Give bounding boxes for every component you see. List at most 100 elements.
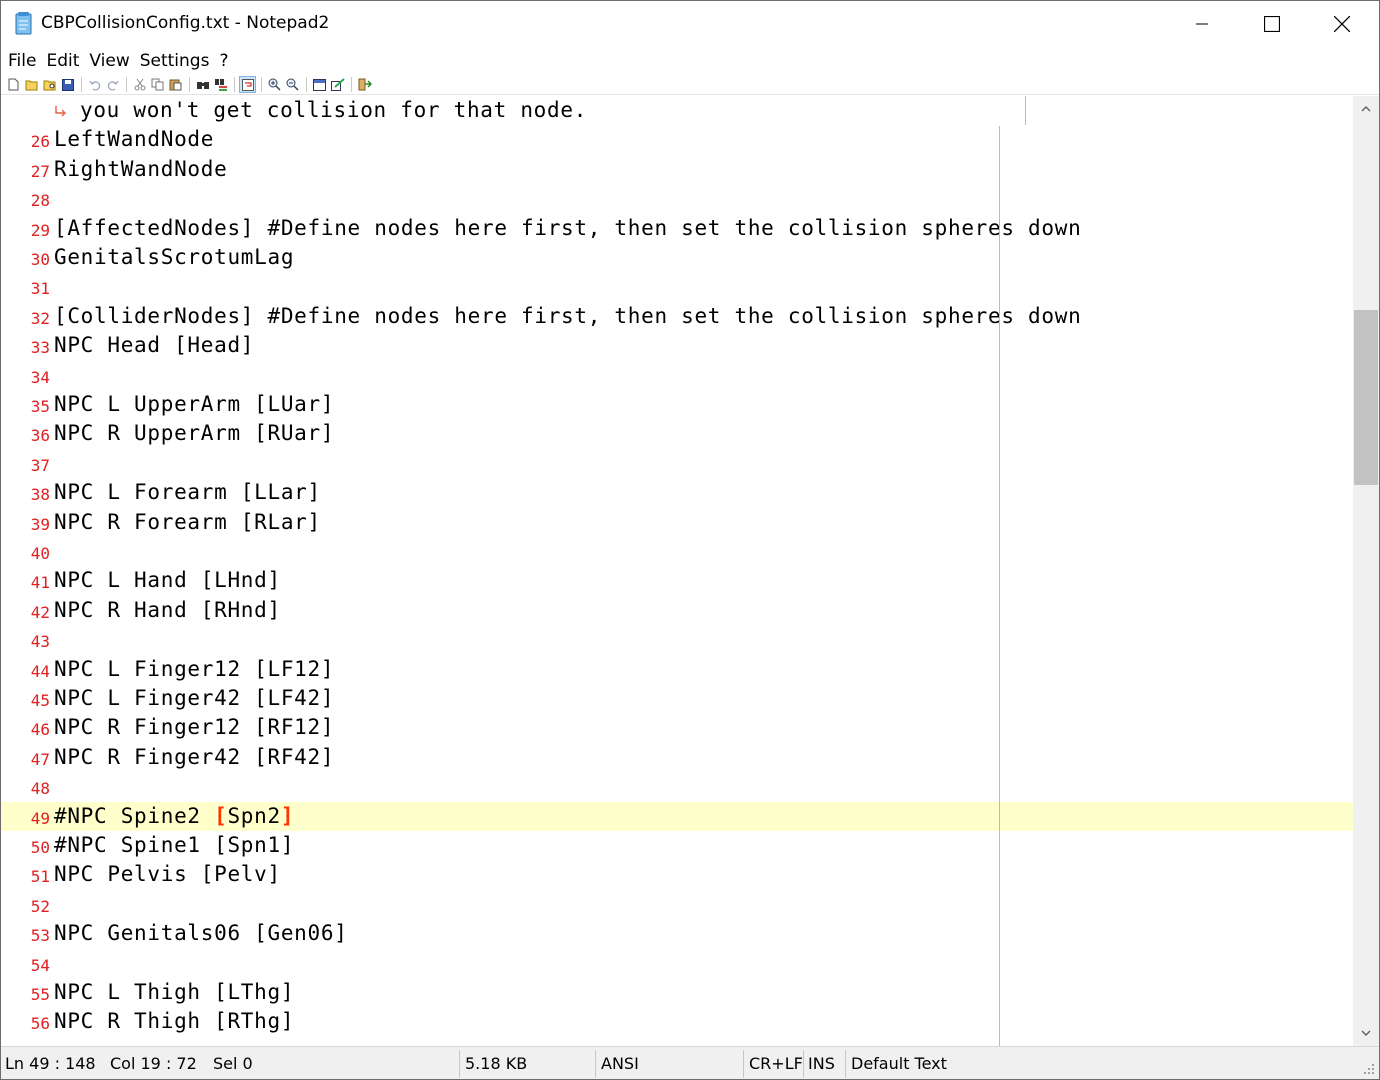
chevron-down-icon <box>1361 1030 1371 1036</box>
menu-help[interactable]: ? <box>214 51 233 71</box>
line-number: 33 <box>30 338 50 358</box>
undo-icon <box>88 80 100 91</box>
save-button[interactable] <box>59 76 76 93</box>
code-line[interactable]: 36 NPC R UpperArm [RUar] <box>1 419 1353 448</box>
resize-grip-icon[interactable] <box>1363 1063 1375 1075</box>
code-line[interactable]: 50 #NPC Spine1 [Spn1] <box>1 831 1353 860</box>
line-number: 30 <box>30 250 50 269</box>
line-text: RightWandNode <box>54 156 228 181</box>
matched-brace: [ <box>214 803 228 828</box>
line-text: NPC R UpperArm [RUar] <box>54 421 335 446</box>
code-line[interactable]: 26 LeftWandNode <box>1 125 1353 154</box>
close-button[interactable] <box>1307 1 1377 47</box>
toolbar-separator <box>261 77 262 92</box>
code-line[interactable]: 27 RightWandNode <box>1 155 1353 184</box>
notepad2-window: CBPCollisionConfig.txt - Notepad2 File E… <box>0 0 1380 1080</box>
scroll-down-button[interactable] <box>1353 1020 1379 1046</box>
copy-button[interactable] <box>149 76 166 93</box>
scroll-up-button[interactable] <box>1353 96 1379 122</box>
code-line[interactable]: 31 <box>1 272 1353 301</box>
code-line[interactable]: 56 NPC R Thigh [RThg] <box>1 1007 1353 1036</box>
window-title: CBPCollisionConfig.txt - Notepad2 <box>41 13 330 33</box>
menu-file[interactable]: File <box>3 51 41 71</box>
code-line[interactable]: 54 <box>1 949 1353 978</box>
toolbar-separator <box>234 77 235 92</box>
maximize-button[interactable] <box>1237 1 1307 47</box>
line-number: 52 <box>30 896 50 916</box>
line-number: 35 <box>30 397 50 416</box>
code-line[interactable]: 37 <box>1 449 1353 478</box>
code-line[interactable]: 43 <box>1 625 1353 654</box>
code-line[interactable]: 32 [ColliderNodes] #Define nodes here fir… <box>1 302 1353 331</box>
code-line[interactable]: 42 NPC R Hand [RHnd] <box>1 596 1353 625</box>
status-scheme[interactable]: Default Text <box>847 1047 947 1079</box>
status-insert-mode[interactable]: INS <box>804 1047 835 1079</box>
customize-schemes-button[interactable] <box>329 76 346 93</box>
line-number: 29 <box>30 220 50 240</box>
zoom-in-button[interactable] <box>266 76 283 93</box>
line-text: NPC Genitals06 [Gen06] <box>54 921 348 946</box>
word-wrap-button[interactable] <box>239 76 256 93</box>
line-number: 45 <box>30 691 50 710</box>
code-line[interactable]: 28 <box>1 184 1353 213</box>
cut-button[interactable] <box>131 76 148 93</box>
code-line[interactable]: 33 NPC Head [Head] <box>1 331 1353 360</box>
code-line[interactable]: 47 NPC R Finger42 [RF42] <box>1 743 1353 772</box>
redo-button[interactable] <box>104 76 121 93</box>
code-line[interactable]: 29 [AffectedNodes] #Define nodes here fir… <box>1 214 1353 243</box>
close-icon <box>1334 16 1350 32</box>
code-line[interactable]: 34 <box>1 361 1353 390</box>
open-file-button[interactable] <box>23 76 40 93</box>
code-line[interactable]: 48 <box>1 772 1353 801</box>
code-line[interactable]: 51 NPC Pelvis [Pelv] <box>1 860 1353 889</box>
line-number: 40 <box>30 544 50 563</box>
find-button[interactable] <box>194 76 211 93</box>
redo-icon <box>107 80 119 91</box>
long-line-marker <box>1025 96 1026 125</box>
open-file-icon <box>25 80 37 90</box>
new-file-icon <box>8 78 19 91</box>
code-line[interactable]: 35 NPC L UpperArm [LUar] <box>1 390 1353 419</box>
browse-button[interactable] <box>41 76 58 93</box>
code-line[interactable]: 52 <box>1 890 1353 919</box>
menu-settings[interactable]: Settings <box>135 51 215 71</box>
code-line[interactable]: 53 NPC Genitals06 [Gen06] <box>1 919 1353 948</box>
replace-button[interactable] <box>212 76 229 93</box>
paste-button[interactable] <box>167 76 184 93</box>
code-line[interactable]: 30 GenitalsScrotumLag <box>1 243 1353 272</box>
line-text-segment: Spn2 <box>227 803 281 828</box>
text-editor-area[interactable]: you won't get collision for that node. 2… <box>1 96 1353 1046</box>
undo-button[interactable] <box>86 76 103 93</box>
menu-edit[interactable]: Edit <box>41 51 84 71</box>
code-line[interactable]: 44 NPC L Finger12 [LF12] <box>1 655 1353 684</box>
code-line[interactable]: 38 NPC L Forearm [LLar] <box>1 478 1353 507</box>
vertical-scrollbar[interactable] <box>1353 96 1379 1046</box>
word-wrap-icon <box>241 78 254 91</box>
minimize-button[interactable] <box>1167 1 1237 47</box>
current-line[interactable]: 49 #NPC Spine2 [Spn2] <box>1 801 1353 831</box>
line-text: LeftWandNode <box>54 127 215 152</box>
scrollbar-thumb[interactable] <box>1354 309 1378 485</box>
code-line[interactable]: 39 NPC R Forearm [RLar] <box>1 508 1353 537</box>
scheme-icon <box>313 78 326 91</box>
menu-view[interactable]: View <box>84 51 134 71</box>
code-line[interactable]: 55 NPC L Thigh [LThg] <box>1 978 1353 1007</box>
line-number: 32 <box>30 308 50 328</box>
line-number: 43 <box>30 632 50 652</box>
line-number: 54 <box>30 955 50 975</box>
code-line[interactable]: 41 NPC L Hand [LHnd] <box>1 566 1353 595</box>
scheme-button[interactable] <box>311 76 328 93</box>
new-file-button[interactable] <box>5 76 22 93</box>
code-line[interactable]: 46 NPC R Finger12 [RF12] <box>1 713 1353 742</box>
code-line[interactable]: 45 NPC L Finger42 [LF42] <box>1 684 1353 713</box>
line-number: 46 <box>30 720 50 740</box>
exit-button[interactable] <box>356 76 373 93</box>
zoom-out-button[interactable] <box>284 76 301 93</box>
code-line[interactable]: 40 <box>1 537 1353 566</box>
line-text: [ColliderNodes] #Define nodes here first… <box>54 303 1082 328</box>
status-eol[interactable]: CR+LF <box>745 1047 803 1079</box>
line-number: 38 <box>30 485 50 505</box>
status-encoding[interactable]: ANSI <box>597 1047 639 1079</box>
line-number: 50 <box>30 838 50 857</box>
toolbar-separator <box>126 77 127 92</box>
